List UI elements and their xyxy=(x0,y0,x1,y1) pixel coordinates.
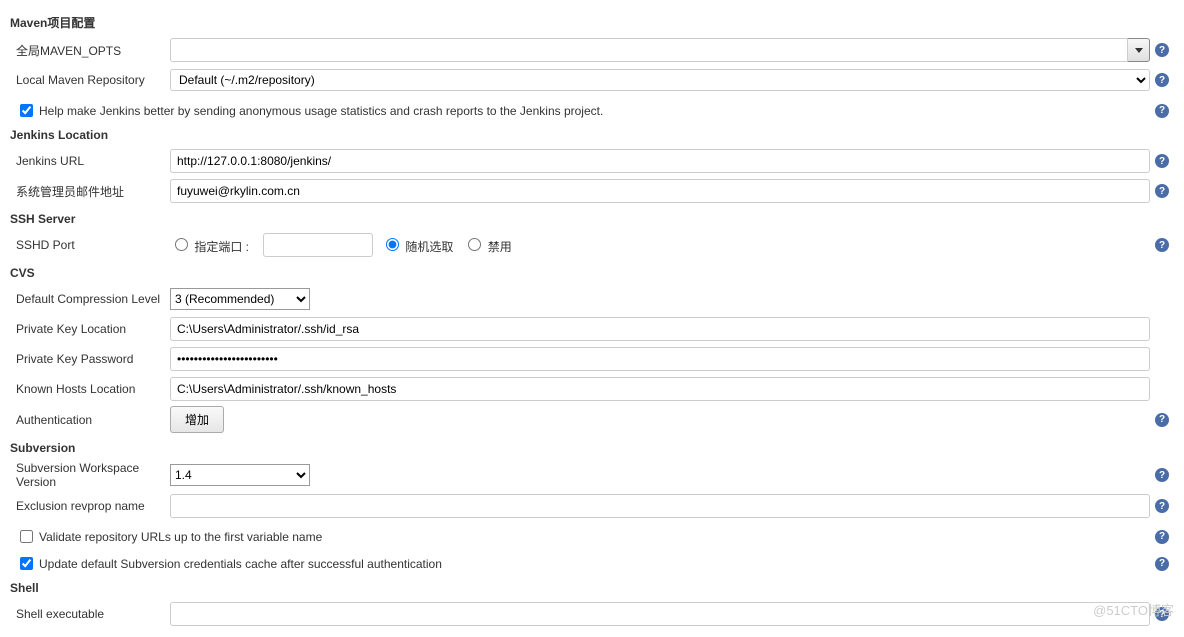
location-section-title: Jenkins Location xyxy=(10,128,1174,142)
sshd-random-radio-label: 随机选取 xyxy=(405,240,453,254)
cvs-knownhosts-label: Known Hosts Location xyxy=(10,382,170,396)
help-icon[interactable]: ? xyxy=(1155,413,1169,427)
usage-stats-label: Help make Jenkins better by sending anon… xyxy=(39,104,603,118)
cvs-compression-label: Default Compression Level xyxy=(10,292,170,306)
ssh-section-title: SSH Server xyxy=(10,212,1174,226)
maven-repo-select[interactable]: Default (~/.m2/repository) xyxy=(170,69,1150,91)
svn-update-cache-label: Update default Subversion credentials ca… xyxy=(39,557,442,571)
sshd-disable-radio[interactable] xyxy=(468,238,481,251)
admin-email-label: 系统管理员邮件地址 xyxy=(10,183,170,200)
jenkins-url-input[interactable] xyxy=(170,149,1150,173)
svn-ws-version-label: Subversion Workspace Version xyxy=(10,461,170,489)
cvs-compression-select[interactable]: 3 (Recommended) xyxy=(170,288,310,310)
shell-section-title: Shell xyxy=(10,581,1174,595)
admin-email-input[interactable] xyxy=(170,179,1150,203)
maven-opts-input[interactable] xyxy=(170,38,1128,62)
help-icon[interactable]: ? xyxy=(1155,530,1169,544)
help-icon[interactable]: ? xyxy=(1155,104,1169,118)
sshd-random-radio[interactable] xyxy=(386,238,399,251)
cvs-privkey-input[interactable] xyxy=(170,317,1150,341)
svn-exclusion-label: Exclusion revprop name xyxy=(10,499,170,513)
cvs-knownhosts-input[interactable] xyxy=(170,377,1150,401)
help-icon[interactable]: ? xyxy=(1155,184,1169,198)
maven-opts-label: 全局MAVEN_OPTS xyxy=(10,42,170,59)
jenkins-url-label: Jenkins URL xyxy=(10,154,170,168)
cvs-privpass-label: Private Key Password xyxy=(10,352,170,366)
sshd-fixed-radio[interactable] xyxy=(175,238,188,251)
sshd-disable-radio-label: 禁用 xyxy=(488,240,512,254)
help-icon[interactable]: ? xyxy=(1155,499,1169,513)
maven-opts-dropdown-btn[interactable] xyxy=(1128,38,1150,62)
cvs-privpass-input[interactable] xyxy=(170,347,1150,371)
cvs-section-title: CVS xyxy=(10,266,1174,280)
maven-section-title: Maven项目配置 xyxy=(10,14,1174,31)
svn-section-title: Subversion xyxy=(10,441,1174,455)
sshd-port-label: SSHD Port xyxy=(10,238,170,252)
help-icon[interactable]: ? xyxy=(1155,73,1169,87)
help-icon[interactable]: ? xyxy=(1155,557,1169,571)
shell-exec-input[interactable] xyxy=(170,602,1150,626)
svn-validate-label: Validate repository URLs up to the first… xyxy=(39,530,322,544)
shell-exec-label: Shell executable xyxy=(10,607,170,621)
cvs-auth-label: Authentication xyxy=(10,413,170,427)
svn-ws-version-select[interactable]: 1.4 xyxy=(170,464,310,486)
help-icon[interactable]: ? xyxy=(1155,238,1169,252)
help-icon[interactable]: ? xyxy=(1155,154,1169,168)
cvs-add-button[interactable]: 增加 xyxy=(170,406,224,433)
usage-stats-checkbox[interactable] xyxy=(20,104,33,117)
help-icon[interactable]: ? xyxy=(1155,607,1169,621)
maven-repo-label: Local Maven Repository xyxy=(10,73,170,87)
sshd-port-input[interactable] xyxy=(263,233,373,257)
help-icon[interactable]: ? xyxy=(1155,468,1169,482)
cvs-privkey-label: Private Key Location xyxy=(10,322,170,336)
help-icon[interactable]: ? xyxy=(1155,43,1169,57)
svn-update-cache-checkbox[interactable] xyxy=(20,557,33,570)
sshd-fixed-radio-label: 指定端口 : xyxy=(194,240,249,254)
svn-exclusion-input[interactable] xyxy=(170,494,1150,518)
svn-validate-checkbox[interactable] xyxy=(20,530,33,543)
